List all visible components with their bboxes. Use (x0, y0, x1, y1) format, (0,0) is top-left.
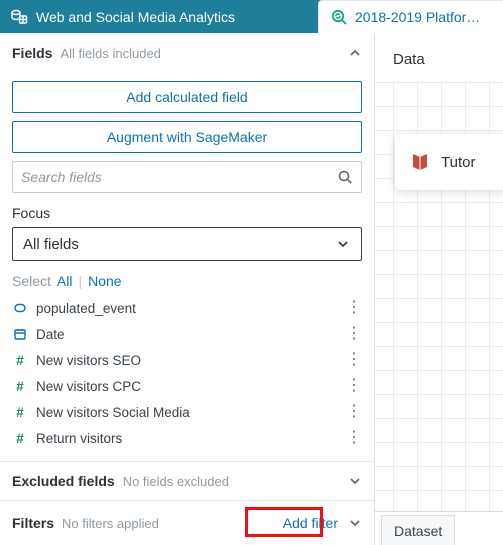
number-icon: # (12, 431, 28, 446)
field-name: populated_event (36, 301, 330, 316)
number-icon: # (12, 353, 28, 368)
platform-switcher[interactable]: 2018-2019 Platfor… (318, 0, 503, 33)
focus-value: All fields (23, 236, 79, 253)
add-filter-link[interactable]: Add filter (283, 515, 338, 531)
field-row[interactable]: # New visitors CPC ⋮ (12, 373, 370, 399)
field-row[interactable]: # Return visitors ⋮ (12, 425, 370, 451)
filters-title: Filters (12, 515, 54, 531)
number-icon: # (12, 405, 28, 420)
canvas-grid[interactable]: Tutor (375, 82, 503, 511)
tab-dataset[interactable]: Dataset (381, 515, 455, 545)
field-menu-icon[interactable]: ⋮ (338, 352, 370, 368)
field-menu-icon[interactable]: ⋮ (338, 300, 370, 316)
refresh-icon (329, 7, 349, 27)
tutorial-card[interactable]: Tutor (395, 134, 503, 190)
excluded-fields-header[interactable]: Excluded fields No fields excluded (0, 461, 374, 501)
focus-select[interactable]: All fields (12, 227, 362, 261)
field-name: New visitors CPC (36, 379, 330, 394)
number-icon: # (12, 379, 28, 394)
field-menu-icon[interactable]: ⋮ (338, 378, 370, 394)
tutorial-label: Tutor (441, 154, 475, 171)
fields-title: Fields (12, 45, 52, 61)
platform-label: 2018-2019 Platfor… (355, 9, 493, 25)
chevron-up-icon (348, 46, 362, 60)
field-row[interactable]: # New visitors Social Media ⋮ (12, 399, 370, 425)
filters-subtitle: No filters applied (62, 516, 159, 531)
field-name: Date (36, 327, 330, 342)
select-label: Select (12, 273, 51, 289)
date-icon (12, 327, 28, 341)
set-icon (12, 301, 28, 315)
left-panel: Fields All fields included Add calculate… (0, 33, 375, 545)
field-menu-icon[interactable]: ⋮ (338, 404, 370, 420)
app-title: Web and Social Media Analytics (36, 9, 235, 25)
field-row[interactable]: Date ⋮ (12, 321, 370, 347)
chevron-down-icon (335, 236, 351, 252)
chevron-down-icon (348, 474, 362, 488)
excluded-title: Excluded fields (12, 473, 115, 489)
field-menu-icon[interactable]: ⋮ (338, 430, 370, 446)
add-calculated-field-button[interactable]: Add calculated field (12, 81, 362, 113)
augment-sagemaker-button[interactable]: Augment with SageMaker (12, 121, 362, 153)
select-all-link[interactable]: All (57, 273, 73, 289)
chevron-down-icon (348, 516, 362, 530)
excluded-subtitle: No fields excluded (123, 474, 229, 489)
field-row[interactable]: # New visitors SEO ⋮ (12, 347, 370, 373)
right-panel: Data Tutor Dataset (375, 33, 503, 545)
select-all-none-row: Select All | None (0, 269, 374, 295)
field-name: New visitors Social Media (36, 405, 330, 420)
data-header: Data (375, 33, 503, 82)
field-menu-icon[interactable]: ⋮ (338, 326, 370, 342)
tutorial-icon (409, 151, 431, 173)
field-list: populated_event⋮Date⋮#New visitors SEO⋮#… (0, 295, 374, 453)
field-name: New visitors SEO (36, 353, 330, 368)
fields-section-header[interactable]: Fields All fields included (0, 33, 374, 73)
field-name: Return visitors (36, 431, 330, 446)
search-fields-input[interactable] (21, 169, 337, 185)
topbar-left: Web and Social Media Analytics (0, 0, 318, 33)
search-icon (337, 169, 353, 185)
field-row[interactable]: populated_event ⋮ (12, 295, 370, 321)
filters-header[interactable]: Filters No filters applied Add filter (0, 501, 374, 545)
bottom-tabs: Dataset (375, 511, 503, 545)
search-fields-input-wrap[interactable] (12, 161, 362, 193)
select-none-link[interactable]: None (88, 273, 121, 289)
dataset-icon (10, 8, 28, 26)
fields-subtitle: All fields included (60, 46, 160, 61)
focus-label: Focus (12, 205, 362, 221)
topbar: Web and Social Media Analytics 2018-2019… (0, 0, 503, 33)
